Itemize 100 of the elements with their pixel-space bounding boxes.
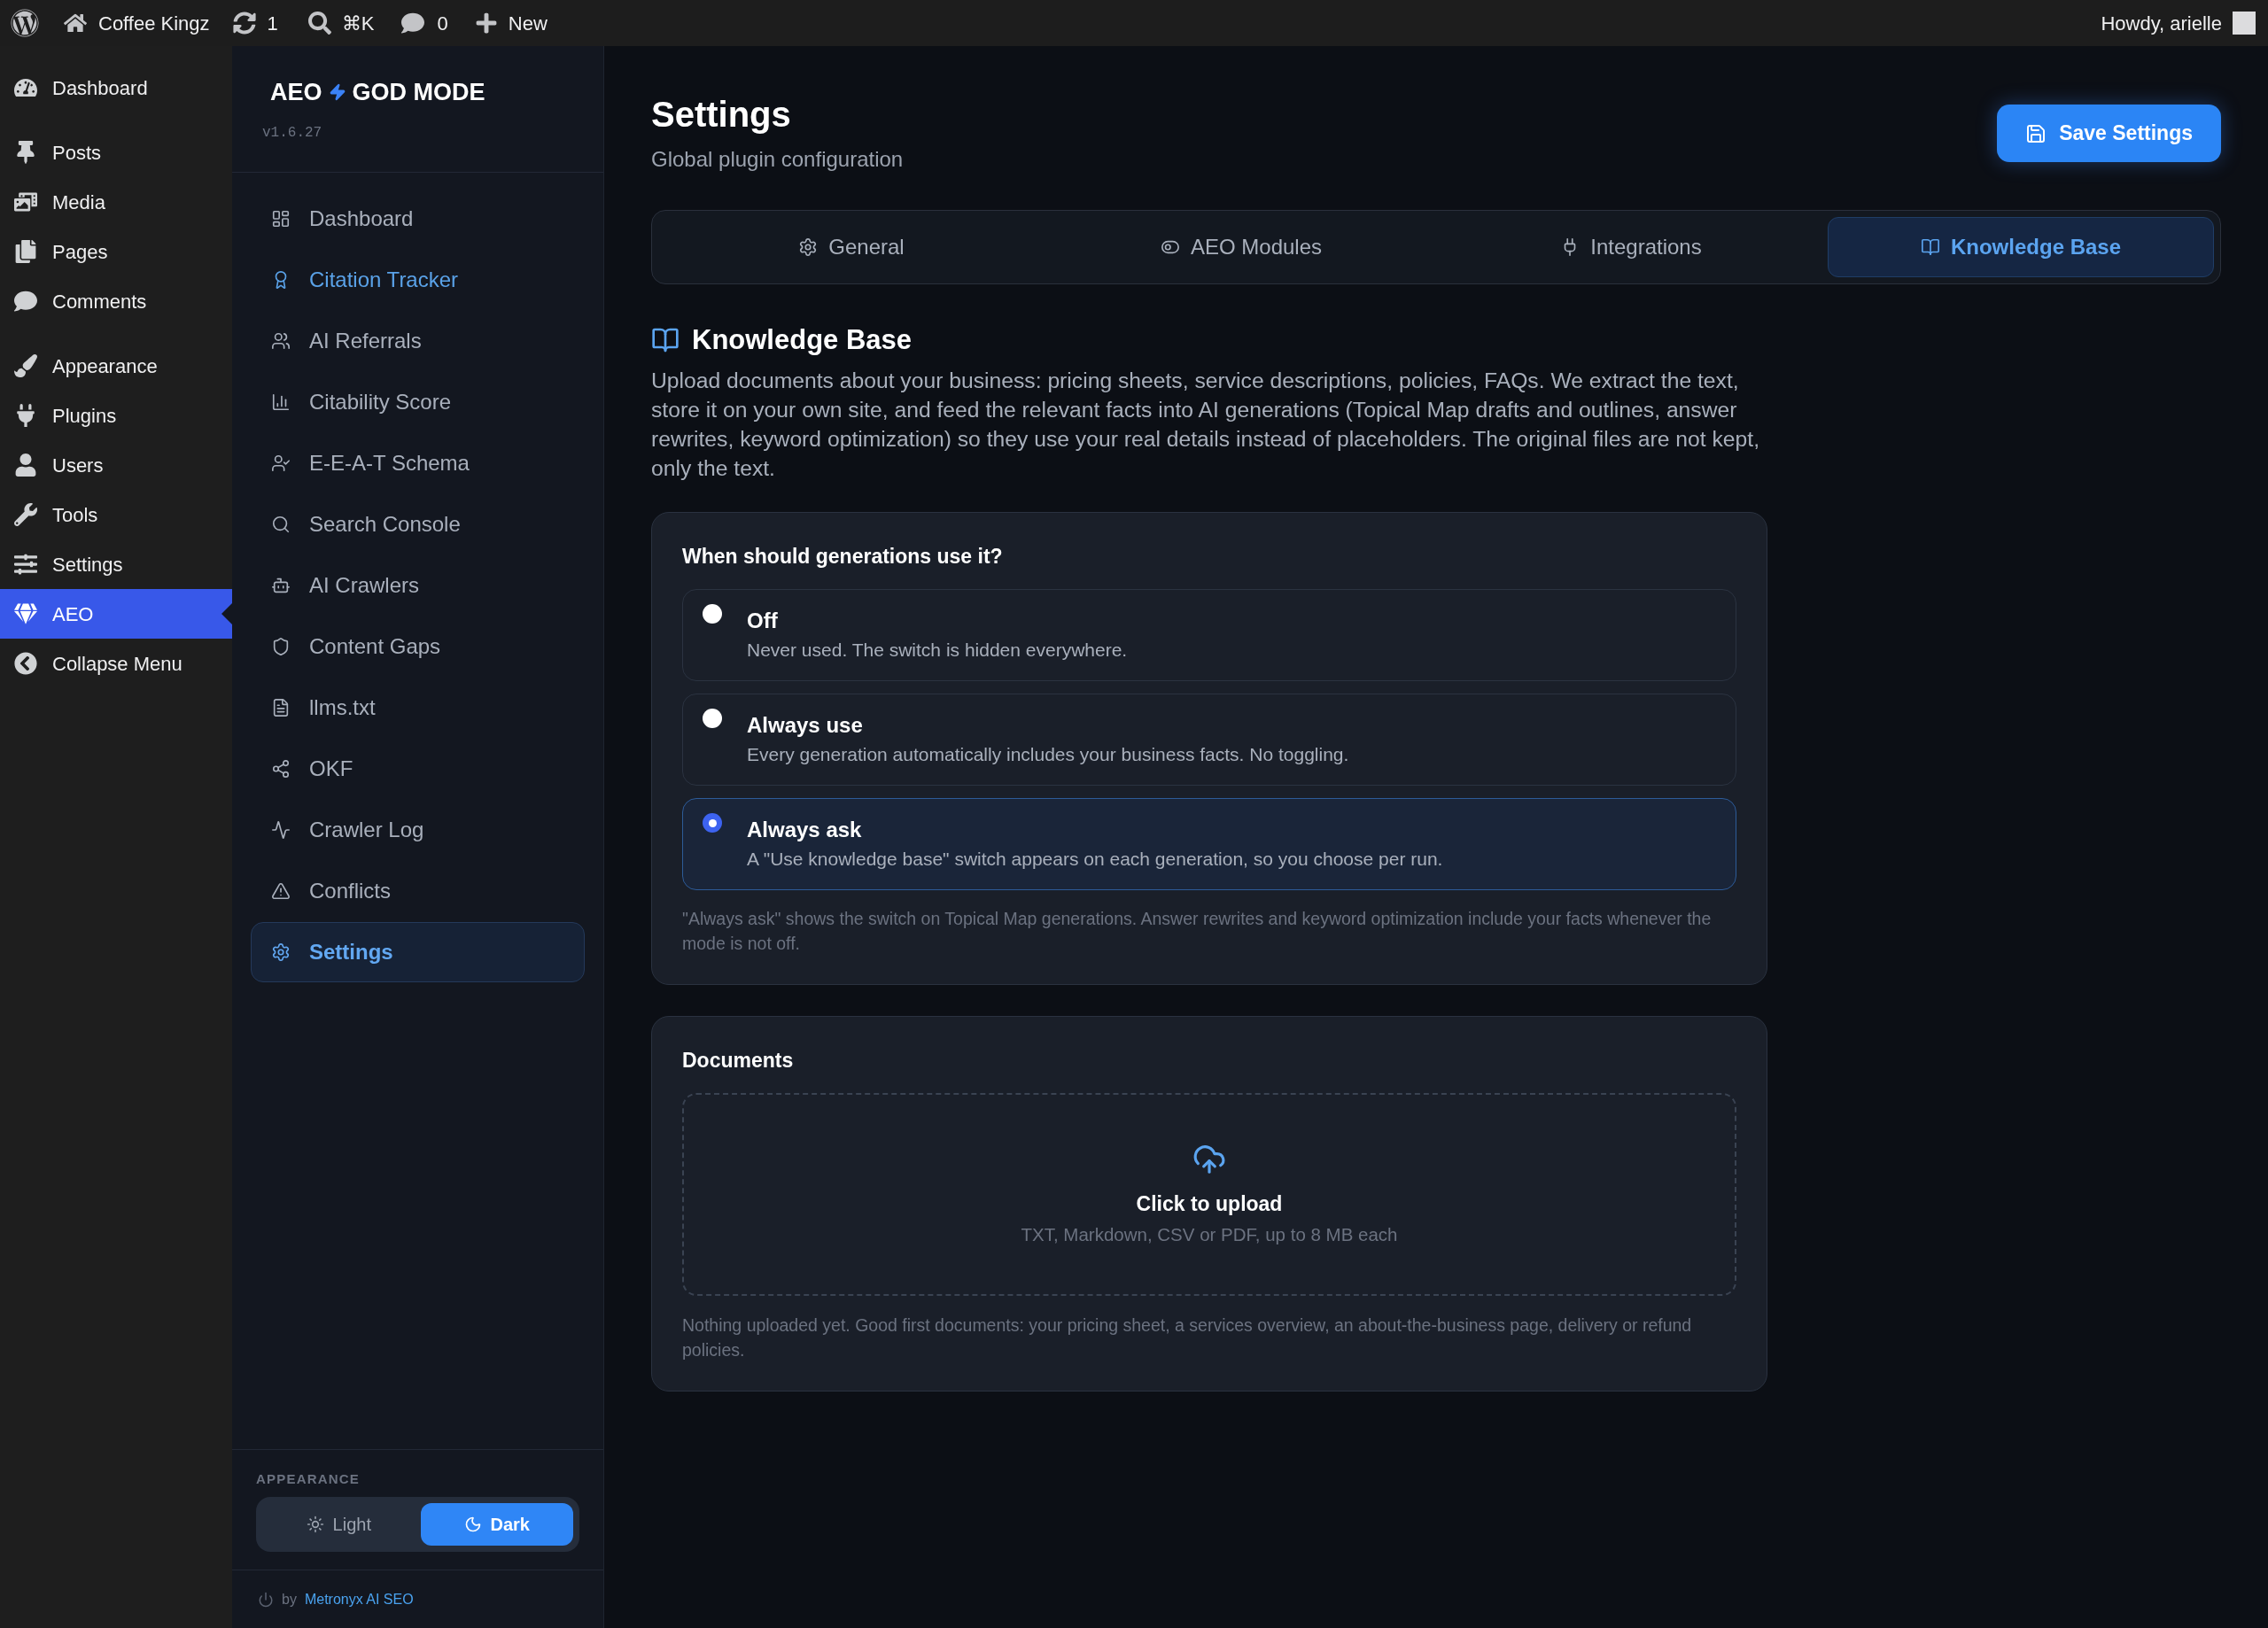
bar-chart-icon xyxy=(271,392,291,412)
option-label: Always use xyxy=(747,712,863,739)
speech-bubble-icon xyxy=(400,12,424,35)
settings-tab[interactable]: AEO Modules xyxy=(1048,217,1434,277)
updates-link[interactable]: 1 xyxy=(232,8,278,38)
warning-icon xyxy=(271,881,291,901)
theme-option[interactable]: Dark xyxy=(420,1503,573,1546)
home-icon xyxy=(64,12,87,35)
radio-icon[interactable] xyxy=(703,604,722,624)
account-link[interactable]: Howdy, arielle xyxy=(2101,8,2256,38)
option-description: Never used. The switch is hidden everywhere. xyxy=(747,639,1128,662)
bolt-icon xyxy=(328,81,346,103)
page-subtitle: Global plugin configuration xyxy=(651,146,904,173)
admin-menu-item[interactable]: Settings xyxy=(0,539,232,589)
radio-option[interactable]: Off Never used. The switch is hidden everywhere. xyxy=(682,589,1736,681)
admin-menu-item[interactable]: Appearance xyxy=(0,341,232,391)
plugin-nav-item[interactable]: llms.txt xyxy=(251,678,585,738)
radio-option[interactable]: Always use Every generation automatically includes your business facts. No toggling. xyxy=(682,694,1736,786)
appearance-heading: APPEARANCE xyxy=(256,1471,360,1487)
admin-menu-item[interactable]: AEO xyxy=(0,589,232,639)
card-note: "Always ask" shows the switch on Topical Map generations. Answer rewrites and keyword optimization include your facts whenever the mode is not off. xyxy=(682,908,1713,955)
grid-icon xyxy=(271,209,291,229)
search-link[interactable]: ⌘K xyxy=(307,8,375,38)
option-label: Always ask xyxy=(747,817,862,843)
admin-menu-item[interactable]: Comments xyxy=(0,276,232,326)
admin-menu-item[interactable]: Pages xyxy=(0,227,232,276)
option-description: Every generation automatically includes your business facts. No toggling. xyxy=(747,743,1349,766)
document-icon xyxy=(271,698,291,717)
admin-menu-item[interactable]: Users xyxy=(0,440,232,490)
plugin-nav-item[interactable]: AI Crawlers xyxy=(251,555,585,616)
card-heading: When should generations use it? xyxy=(682,544,1003,570)
pages-icon xyxy=(14,240,37,263)
section-heading: Knowledge Base xyxy=(692,323,913,357)
user-icon xyxy=(14,454,37,477)
new-link[interactable]: New xyxy=(474,8,548,38)
settings-tab[interactable]: General xyxy=(658,217,1045,277)
gauge-icon xyxy=(14,76,37,99)
book-icon xyxy=(651,326,680,354)
option-description: A "Use knowledge base" switch appears on each generation, so you choose per run. xyxy=(747,848,1443,871)
collapse-menu-button[interactable]: Collapse Menu xyxy=(0,639,232,688)
search-icon xyxy=(271,515,291,534)
credit-link[interactable]: Metronyx AI SEO xyxy=(304,1588,414,1610)
save-icon xyxy=(2025,122,2047,144)
sun-icon xyxy=(306,1516,324,1533)
plugin-nav-item[interactable]: OKF xyxy=(251,739,585,799)
upload-hint: TXT, Markdown, CSV or PDF, up to 8 MB each xyxy=(1021,1222,1398,1246)
book-icon xyxy=(1920,237,1940,257)
plugin-nav-item[interactable]: Dashboard xyxy=(251,189,585,249)
settings-tab[interactable]: Knowledge Base xyxy=(1828,217,2214,277)
card-note: Nothing uploaded yet. Good first documents: your pricing sheet, a services overview, an about-the-business page, delivery or refund policies. xyxy=(682,1314,1693,1361)
site-link[interactable]: Coffee Kingz xyxy=(64,8,210,38)
wrench-icon xyxy=(14,503,37,526)
radio-icon[interactable] xyxy=(703,813,722,833)
admin-menu-item[interactable]: Tools xyxy=(0,490,232,539)
plugin-nav-item[interactable]: E-E-A-T Schema xyxy=(251,433,585,493)
pulse-icon xyxy=(271,820,291,840)
plugin-nav-item[interactable]: Settings xyxy=(251,922,585,982)
radio-option[interactable]: Always ask A "Use knowledge base" switch appears on each generation, so you choose per run. xyxy=(682,798,1736,890)
option-label: Off xyxy=(747,608,778,634)
moon-icon xyxy=(463,1516,482,1533)
admin-menu-item[interactable]: Plugins xyxy=(0,391,232,440)
plugin-nav-item[interactable]: AI Referrals xyxy=(251,311,585,371)
comments-link[interactable]: 0 xyxy=(400,8,448,38)
plug-icon xyxy=(14,404,37,427)
save-settings-button[interactable]: Save Settings xyxy=(1997,105,2221,162)
media-icon xyxy=(14,190,37,213)
settings-tab[interactable]: Integrations xyxy=(1438,217,1824,277)
refresh-icon xyxy=(232,12,256,35)
speech-bubble-icon xyxy=(14,290,37,313)
plugin-nav-item[interactable]: Citation Tracker xyxy=(251,250,585,310)
admin-menu-item[interactable]: Dashboard xyxy=(0,63,232,112)
plugin-nav-item[interactable]: Citability Score xyxy=(251,372,585,432)
sliders-icon xyxy=(14,553,37,576)
section-description: Upload documents about your business: pricing sheets, service descriptions, policies, FAQs. We extract the text, store it on your own site, and feed the relevant facts into AI generations (Topical Map drafts and outlines, answer rewrites, keyword optimization) so they use your real details instead of placeholders. The original files are not kept, only the text. xyxy=(651,368,1760,482)
radio-icon[interactable] xyxy=(703,709,722,728)
users-icon xyxy=(271,331,291,351)
user-check-icon xyxy=(271,454,291,473)
plugin-nav-item[interactable]: Conflicts xyxy=(251,861,585,921)
logo-icon[interactable] xyxy=(11,9,39,37)
robot-icon xyxy=(271,576,291,595)
search-icon xyxy=(307,12,331,35)
plugin-nav-item[interactable]: Content Gaps xyxy=(251,616,585,677)
card-heading: Documents xyxy=(682,1048,794,1074)
share-icon xyxy=(271,759,291,779)
diamond-icon xyxy=(14,602,37,625)
credit-label: by xyxy=(282,1590,297,1609)
plus-icon xyxy=(474,12,498,35)
admin-menu-item[interactable]: Posts xyxy=(0,128,232,177)
paintbrush-icon xyxy=(14,354,37,377)
page-title: Settings xyxy=(651,94,791,136)
pin-icon xyxy=(14,141,37,164)
admin-menu-item[interactable]: Media xyxy=(0,177,232,227)
brand-name: AEO xyxy=(270,80,322,105)
theme-option[interactable]: Light xyxy=(262,1503,416,1546)
version-label: v1.6.27 xyxy=(261,124,322,142)
settings-icon xyxy=(798,237,819,257)
plugin-nav-item[interactable]: Crawler Log xyxy=(251,800,585,860)
brand-mode: GOD MODE xyxy=(352,80,485,105)
plugin-nav-item[interactable]: Search Console xyxy=(251,494,585,554)
upload-dropzone[interactable]: Click to upload TXT, Markdown, CSV or PDF, up to 8 MB each xyxy=(682,1093,1736,1296)
